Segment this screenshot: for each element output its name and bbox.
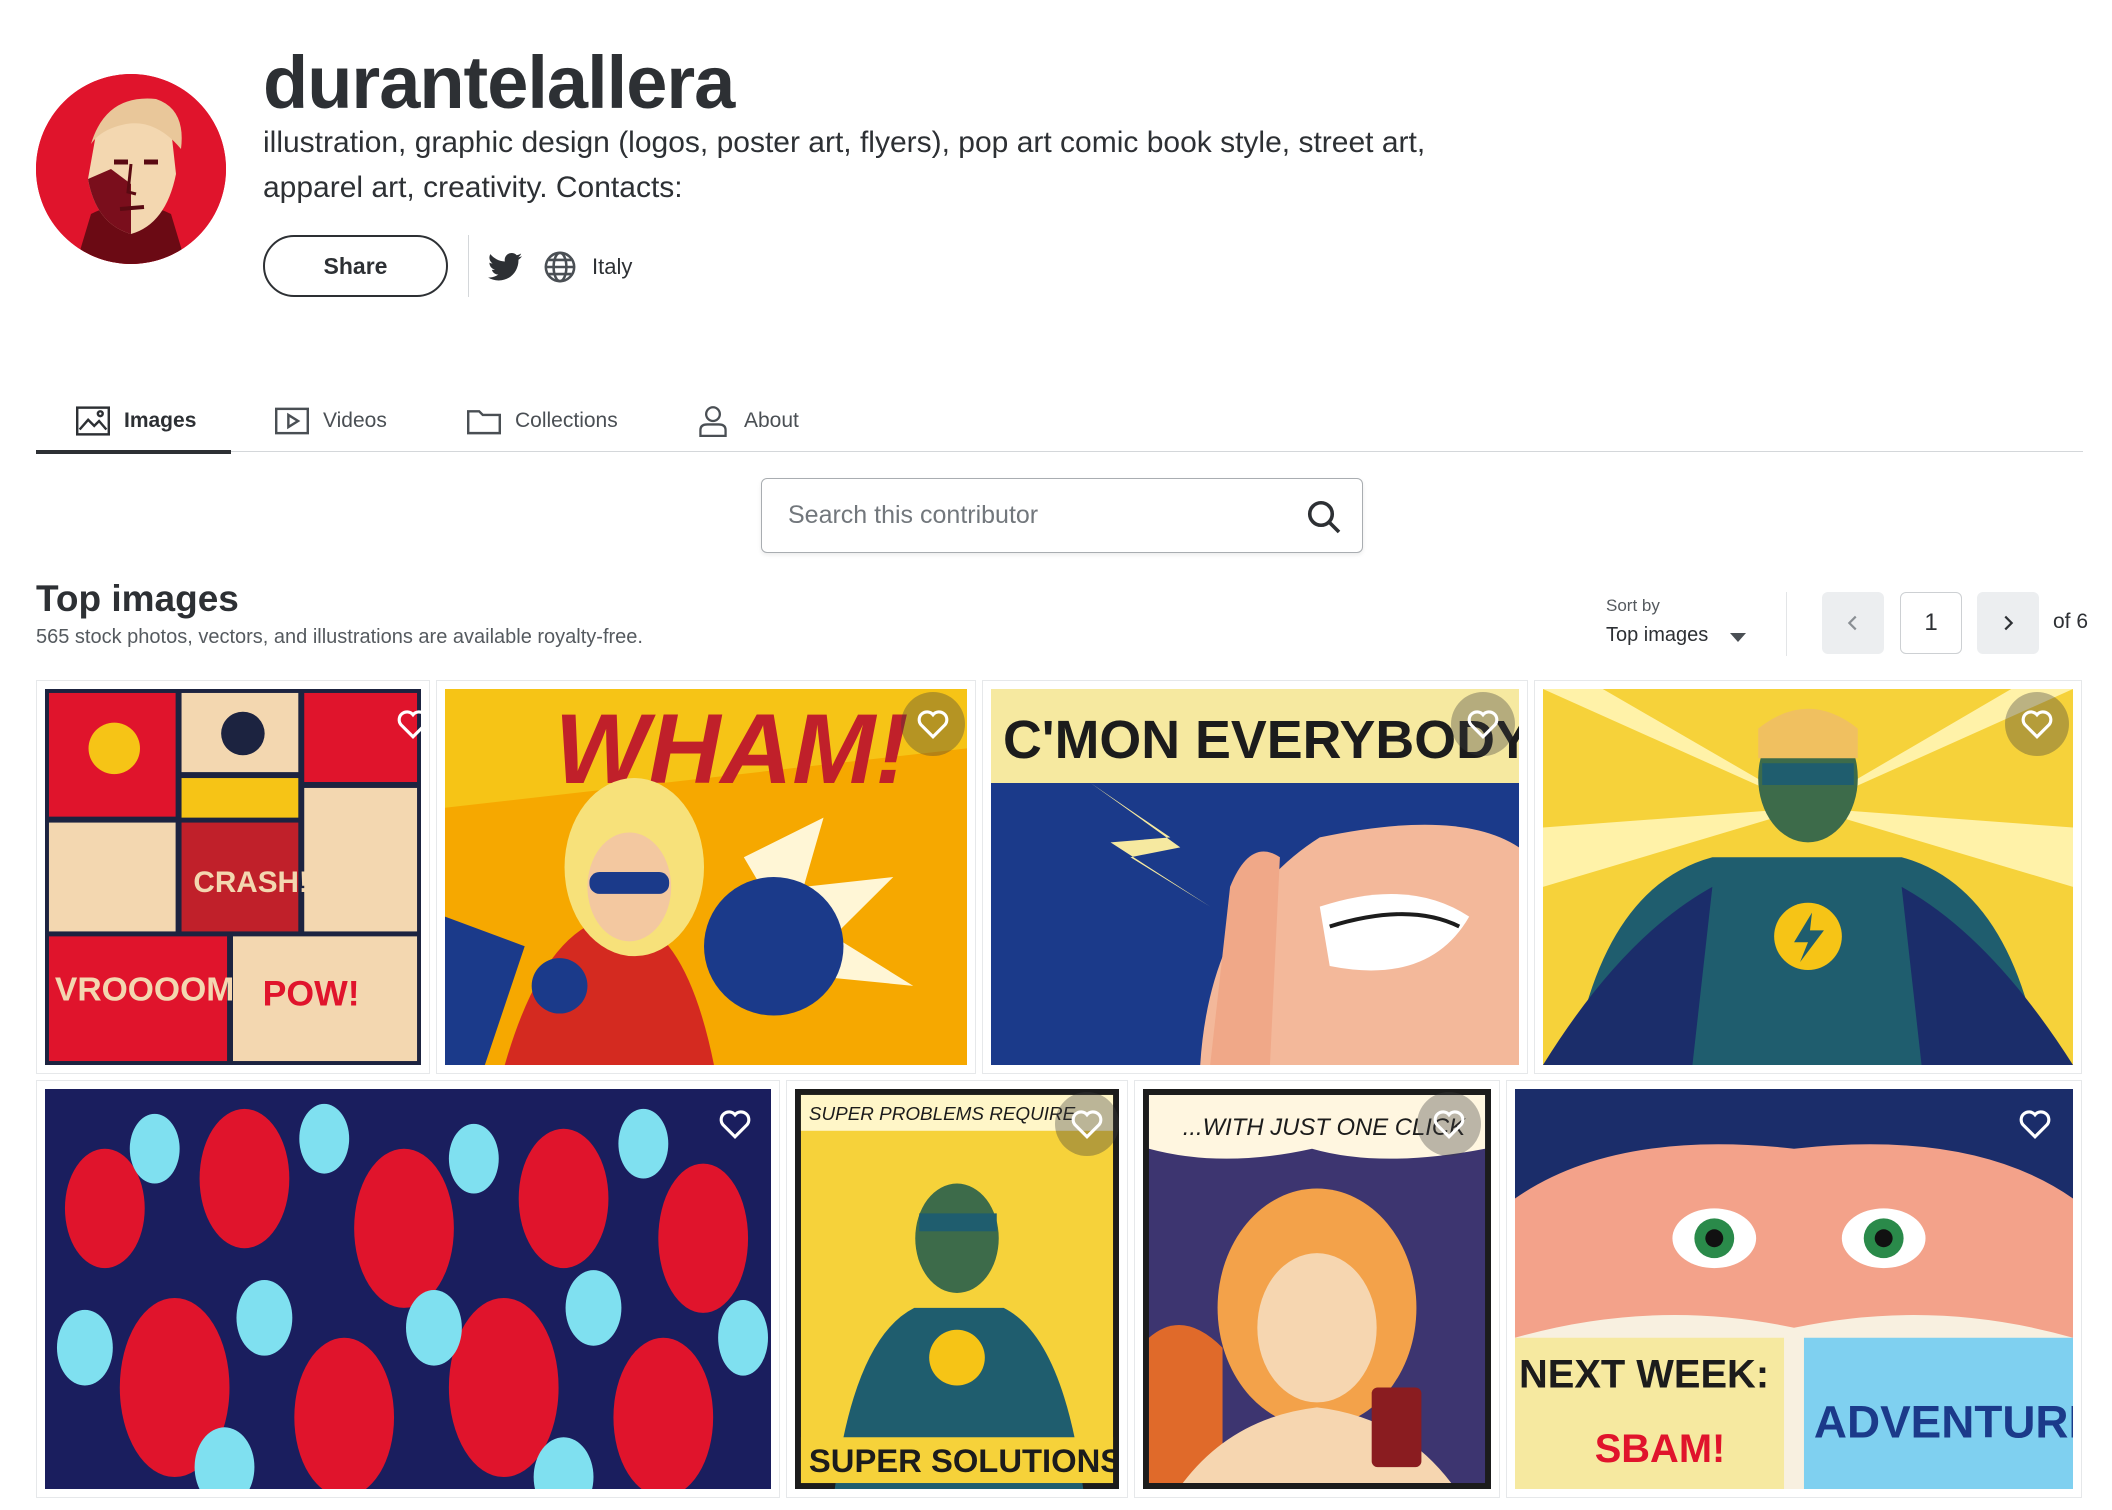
image-tile[interactable]: ...WITH JUST ONE CLICK xyxy=(1134,1080,1500,1498)
heart-icon xyxy=(1467,710,1499,739)
image-tile[interactable]: SUPER PROBLEMS REQUIRE SUPER SOLUTIONS xyxy=(786,1080,1128,1498)
favorite-button[interactable] xyxy=(2005,692,2069,756)
profile-bio: illustration, graphic design (logos, pos… xyxy=(263,126,1426,204)
next-page-button[interactable] xyxy=(1977,592,2039,654)
heart-icon xyxy=(917,710,949,739)
person-icon xyxy=(699,406,727,437)
crowd-thumbnail xyxy=(45,1089,771,1489)
heart-icon xyxy=(397,710,429,739)
heart-icon xyxy=(1071,1110,1103,1139)
twitter-icon[interactable] xyxy=(488,252,522,282)
video-icon xyxy=(275,407,309,435)
divider xyxy=(1786,592,1787,656)
cmon-everybody-thumbnail: C'MON EVERYBODY! xyxy=(991,689,1519,1065)
super-problems-text: SUPER PROBLEMS REQUIRE xyxy=(809,1104,1076,1125)
crash-text: CRASH! xyxy=(193,866,308,899)
heart-icon xyxy=(2019,1110,2051,1139)
favorite-button[interactable] xyxy=(1417,1092,1481,1156)
superheroine-wham-thumbnail: WHAM! xyxy=(445,689,967,1065)
avatar xyxy=(36,74,226,264)
chevron-right-icon xyxy=(2004,615,2014,631)
tab-about[interactable]: About xyxy=(696,390,816,452)
image-tile[interactable] xyxy=(1534,680,2082,1074)
tab-images[interactable]: Images xyxy=(36,390,231,454)
globe-icon[interactable] xyxy=(543,250,577,284)
location-link[interactable]: Italy xyxy=(592,254,632,280)
image-icon xyxy=(76,406,110,436)
image-tile[interactable]: CRASH! VROOOOM POW! xyxy=(36,680,430,1074)
chevron-left-icon xyxy=(1847,615,1857,631)
favorite-button[interactable] xyxy=(901,692,965,756)
share-button[interactable]: Share xyxy=(263,235,448,297)
page-title: durantelallera xyxy=(263,41,735,124)
super-solutions-text: SUPER SOLUTIONS xyxy=(809,1442,1119,1479)
tab-videos[interactable]: Videos xyxy=(275,390,467,452)
search-icon[interactable] xyxy=(1306,499,1342,535)
tab-label: Collections xyxy=(515,409,618,432)
comic-reader-thumbnail: NEXT WEEK: ADVENTURE SBAM! xyxy=(1515,1089,2073,1489)
tab-label: Videos xyxy=(323,409,387,432)
image-tile[interactable]: NEXT WEEK: ADVENTURE SBAM! xyxy=(1506,1080,2082,1498)
sort-label: Sort by xyxy=(1606,596,1660,615)
favorite-button[interactable] xyxy=(2003,1092,2067,1156)
favorite-button[interactable] xyxy=(1055,1092,1119,1156)
superhero-thumbnail xyxy=(1543,689,2073,1065)
favorite-button[interactable] xyxy=(1451,692,1515,756)
heart-icon xyxy=(2021,710,2053,739)
heart-icon xyxy=(719,1110,751,1139)
adventure-text: ADVENTURE xyxy=(1814,1396,2073,1447)
pow-text: POW! xyxy=(263,974,360,1014)
section-title: Top images xyxy=(36,578,239,619)
tab-bar: Images Videos Collections About xyxy=(36,390,2083,454)
favorite-button[interactable] xyxy=(703,1092,767,1156)
next-week-text: NEXT WEEK: xyxy=(1519,1353,1769,1397)
cmon-text: C'MON EVERYBODY! xyxy=(1003,710,1519,770)
image-tile[interactable] xyxy=(36,1080,780,1498)
folder-icon xyxy=(467,410,501,435)
image-tile[interactable]: C'MON EVERYBODY! xyxy=(982,680,1528,1074)
page-total: of 6 xyxy=(2053,610,2089,633)
divider xyxy=(468,235,469,297)
sbam-text: SBAM! xyxy=(1595,1427,1726,1471)
page-number-input[interactable]: 1 xyxy=(1900,592,1962,654)
comic-page-thumbnail: CRASH! VROOOOM POW! xyxy=(45,689,421,1065)
tab-label: Images xyxy=(124,409,197,432)
tab-label: About xyxy=(744,409,799,432)
tab-collections[interactable]: Collections xyxy=(467,390,696,452)
results-count: 565 stock photos, vectors, and illustrat… xyxy=(36,626,643,648)
sort-dropdown[interactable]: Top images xyxy=(1606,624,1708,647)
search-input[interactable] xyxy=(788,501,1288,530)
caret-down-icon[interactable] xyxy=(1730,633,1746,642)
vroooom-text: VROOOOM xyxy=(55,972,234,1009)
heart-icon xyxy=(1433,1110,1465,1139)
previous-page-button[interactable] xyxy=(1822,592,1884,654)
image-tile[interactable]: WHAM! xyxy=(436,680,976,1074)
search-box xyxy=(761,478,1363,553)
